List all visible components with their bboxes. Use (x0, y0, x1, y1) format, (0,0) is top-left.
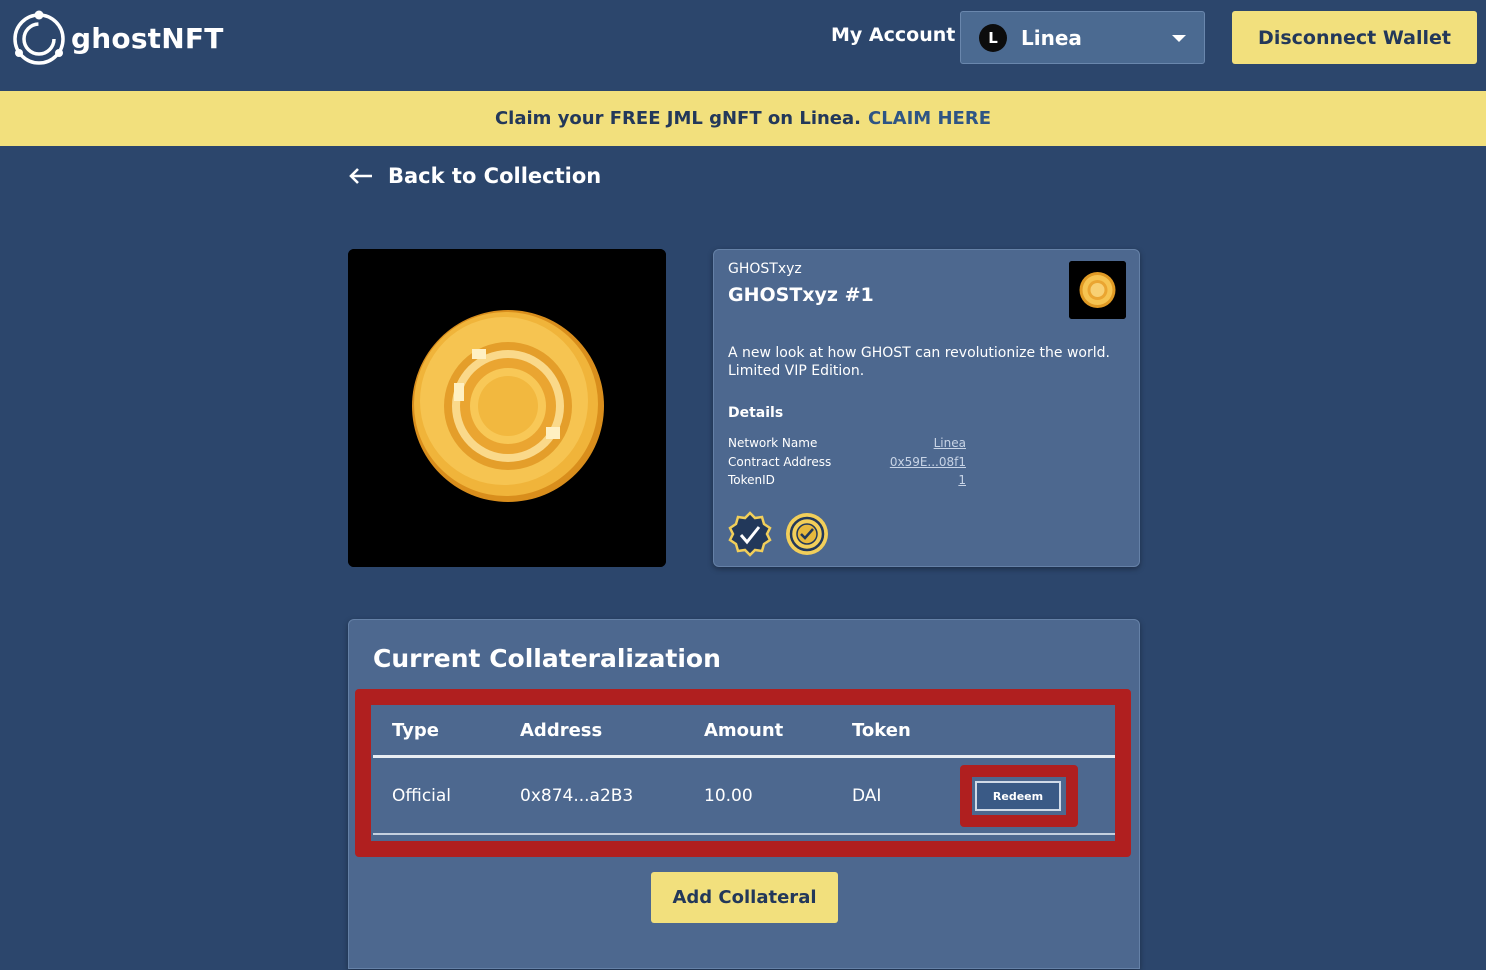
claim-here-link[interactable]: CLAIM HERE (868, 108, 991, 129)
contract-address-link[interactable]: 0x59E...08f1 (890, 455, 966, 469)
details-heading: Details (728, 405, 784, 421)
cell-token: DAI (852, 786, 882, 806)
column-header-type: Type (392, 720, 439, 741)
network-select[interactable]: L Linea (960, 11, 1205, 64)
promo-banner: Claim your FREE JML gNFT on Linea. CLAIM… (0, 91, 1486, 146)
nft-image (348, 249, 666, 567)
network-name-link[interactable]: Linea (934, 436, 966, 450)
add-collateral-button[interactable]: Add Collateral (651, 872, 838, 923)
cell-address: 0x874...a2B3 (520, 786, 634, 806)
detail-row-network: Network Name Linea (728, 436, 966, 454)
logo[interactable]: ghostNFT (9, 8, 224, 68)
network-label: Linea (1021, 25, 1082, 50)
token-id-link[interactable]: 1 (958, 473, 966, 487)
redeem-button[interactable]: Redeem (975, 781, 1061, 811)
arrow-left-icon (349, 168, 372, 184)
gold-coin-image (348, 249, 666, 567)
collateral-title: Current Collateralization (373, 644, 721, 673)
detail-label: TokenID (728, 473, 775, 487)
detail-label: Network Name (728, 436, 818, 450)
banner-text: Claim your FREE JML gNFT on Linea. (494, 108, 861, 129)
cell-amount: 10.00 (704, 786, 753, 806)
my-account-link[interactable]: My Account (831, 24, 955, 46)
ghost-coin-badge-icon (784, 511, 830, 557)
disconnect-wallet-button[interactable]: Disconnect Wallet (1232, 11, 1477, 64)
back-label: Back to Collection (388, 164, 602, 188)
linea-network-icon: L (979, 23, 1007, 52)
nft-info-card: GHOSTxyz GHOSTxyz #1 A new look at how G… (713, 249, 1140, 567)
detail-label: Contract Address (728, 455, 832, 469)
detail-row-tokenid: TokenID 1 (728, 473, 966, 491)
verified-badge-icon (727, 511, 773, 557)
nft-title: GHOSTxyz #1 (728, 284, 874, 306)
ghostnft-logo-icon (13, 10, 65, 65)
top-nav: ghostNFT My Account L Linea Disconnect W… (0, 0, 1486, 91)
gold-coin-thumbnail-icon (1069, 261, 1126, 319)
cell-type: Official (392, 786, 452, 806)
column-header-address: Address (520, 720, 603, 741)
collateral-card: Current Collateralization Type Address A… (348, 619, 1140, 969)
back-to-collection-link[interactable]: Back to Collection (348, 163, 601, 189)
header-divider (373, 755, 1115, 758)
column-header-token: Token (852, 720, 911, 741)
collection-name: GHOSTxyz (728, 261, 802, 277)
nft-description: A new look at how GHOST can revolutioniz… (728, 345, 1110, 379)
logo-text: ghostNFT (71, 21, 224, 55)
chevron-down-icon (1172, 35, 1186, 42)
collateral-table: Type Address Amount Token Official 0x874… (371, 705, 1115, 841)
row-divider (373, 833, 1115, 835)
nft-thumbnail (1069, 261, 1126, 319)
column-header-amount: Amount (704, 720, 784, 741)
detail-row-contract: Contract Address 0x59E...08f1 (728, 455, 966, 473)
